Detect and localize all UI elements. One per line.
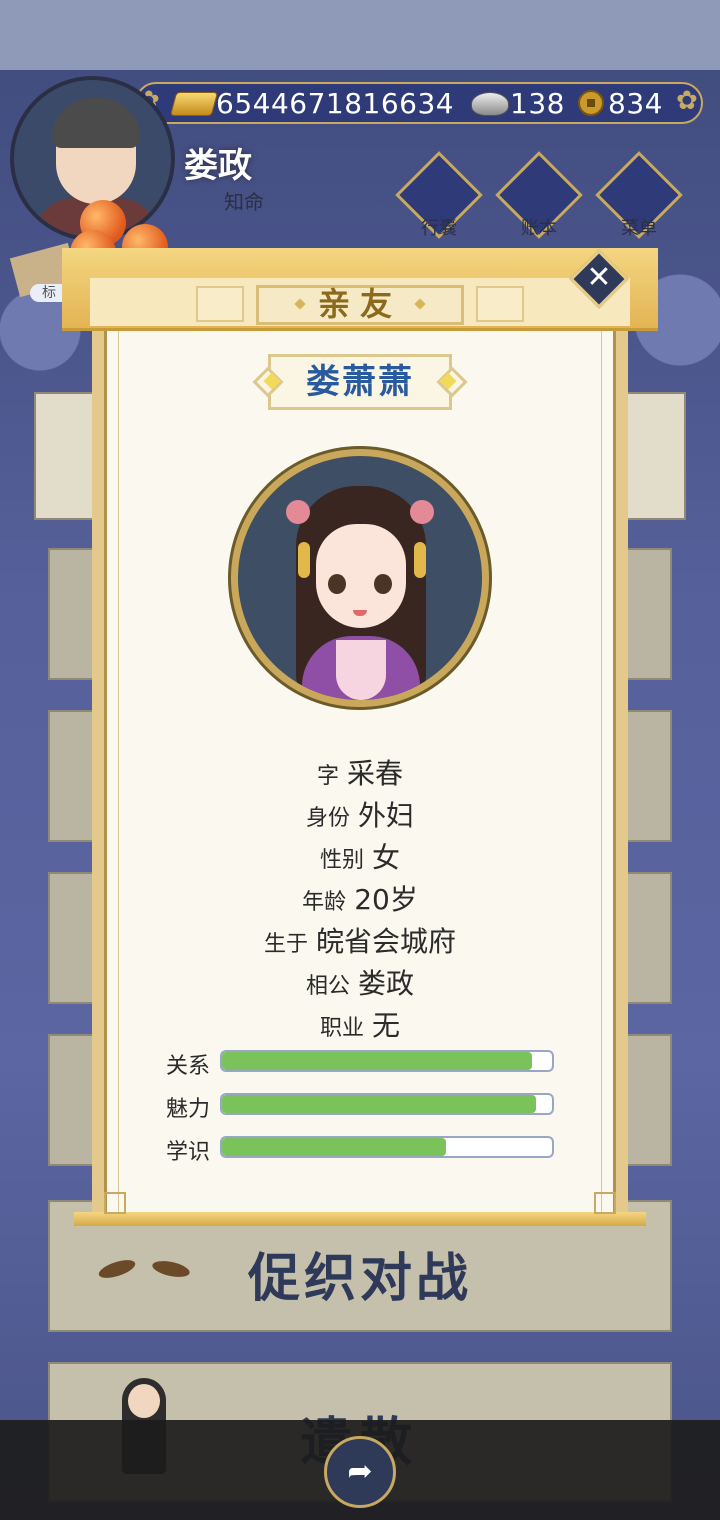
relation-bar bbox=[220, 1050, 554, 1072]
knowledge-bar-fill bbox=[222, 1138, 447, 1156]
bamboo-icon: ✿ bbox=[676, 86, 698, 116]
hair-ornament bbox=[298, 542, 310, 578]
info-value: 采春 bbox=[347, 757, 404, 790]
silver-ingot-icon bbox=[471, 92, 509, 116]
info-value: 皖省会城府 bbox=[316, 925, 457, 958]
menu-label-menu: 菜单 bbox=[621, 218, 657, 239]
info-row-occupation: 职业无 bbox=[104, 1004, 616, 1044]
info-value: 女 bbox=[372, 841, 401, 874]
info-value: 无 bbox=[372, 1009, 401, 1042]
info-value: 20岁 bbox=[354, 883, 418, 916]
info-row-status: 身份 外妇 bbox=[104, 794, 616, 834]
gold-ingot-icon bbox=[169, 92, 219, 116]
cricket-battle-label: 促织对战 bbox=[248, 1249, 473, 1309]
portrait-eye bbox=[374, 574, 392, 594]
modal-title: 亲友 bbox=[317, 285, 402, 323]
info-row-age: 年龄 20岁 bbox=[104, 878, 616, 918]
copper-coin-icon bbox=[578, 90, 604, 116]
header-ornament bbox=[196, 286, 244, 322]
hair-flower bbox=[286, 500, 310, 524]
charm-bar-fill bbox=[222, 1095, 536, 1113]
info-value: 外妇 bbox=[358, 799, 415, 832]
silver-amount: 138 bbox=[510, 87, 565, 120]
info-label: 性别 bbox=[319, 848, 364, 873]
hair-ornament bbox=[414, 542, 426, 578]
header-ornament bbox=[476, 286, 524, 322]
stat-label-knowledge: 学识 bbox=[166, 1140, 211, 1165]
info-label: 身份 bbox=[305, 806, 350, 831]
top-band bbox=[0, 0, 720, 70]
avatar-hair bbox=[52, 98, 140, 148]
info-label: 年龄 bbox=[302, 890, 347, 915]
modal-footer-rod bbox=[74, 1212, 646, 1226]
portrait-eye bbox=[328, 574, 346, 594]
stat-label-relation: 关系 bbox=[166, 1054, 211, 1079]
info-label: 职业 bbox=[319, 1016, 364, 1041]
player-name: 娄政 bbox=[184, 146, 252, 186]
share-icon[interactable]: ➦ bbox=[344, 1456, 376, 1488]
relation-bar-fill bbox=[222, 1052, 533, 1070]
gold-amount: 6544671816634 bbox=[216, 87, 455, 120]
charm-bar bbox=[220, 1093, 554, 1115]
portrait-collar bbox=[336, 640, 386, 700]
stat-label-charm: 魅力 bbox=[166, 1097, 211, 1122]
info-row-courtesy-name: 字采春 bbox=[104, 752, 616, 792]
info-label: 字 bbox=[316, 764, 339, 789]
coin-amount: 834 bbox=[608, 87, 663, 120]
info-row-birthplace: 生于 皖省会城府 bbox=[104, 920, 616, 960]
menu-label-bag: 行囊 bbox=[421, 218, 457, 239]
person-name: 娄萧萧 bbox=[306, 362, 414, 402]
corner-ornament bbox=[594, 1192, 616, 1214]
info-row-gender: 性别女 bbox=[104, 836, 616, 876]
corner-ornament bbox=[104, 1192, 126, 1214]
menu-label-ledger: 账本 bbox=[521, 218, 557, 239]
info-label: 相公 bbox=[305, 974, 350, 999]
player-rank: 知命 bbox=[224, 190, 264, 214]
knowledge-bar bbox=[220, 1136, 554, 1158]
close-icon[interactable]: ✕ bbox=[578, 257, 620, 299]
hair-flower bbox=[410, 500, 434, 524]
info-label: 生于 bbox=[263, 932, 308, 957]
figure-head bbox=[128, 1384, 160, 1418]
info-row-husband: 相公 娄政 bbox=[104, 962, 616, 1002]
person-portrait bbox=[238, 456, 482, 700]
info-value: 娄政 bbox=[358, 967, 415, 1000]
